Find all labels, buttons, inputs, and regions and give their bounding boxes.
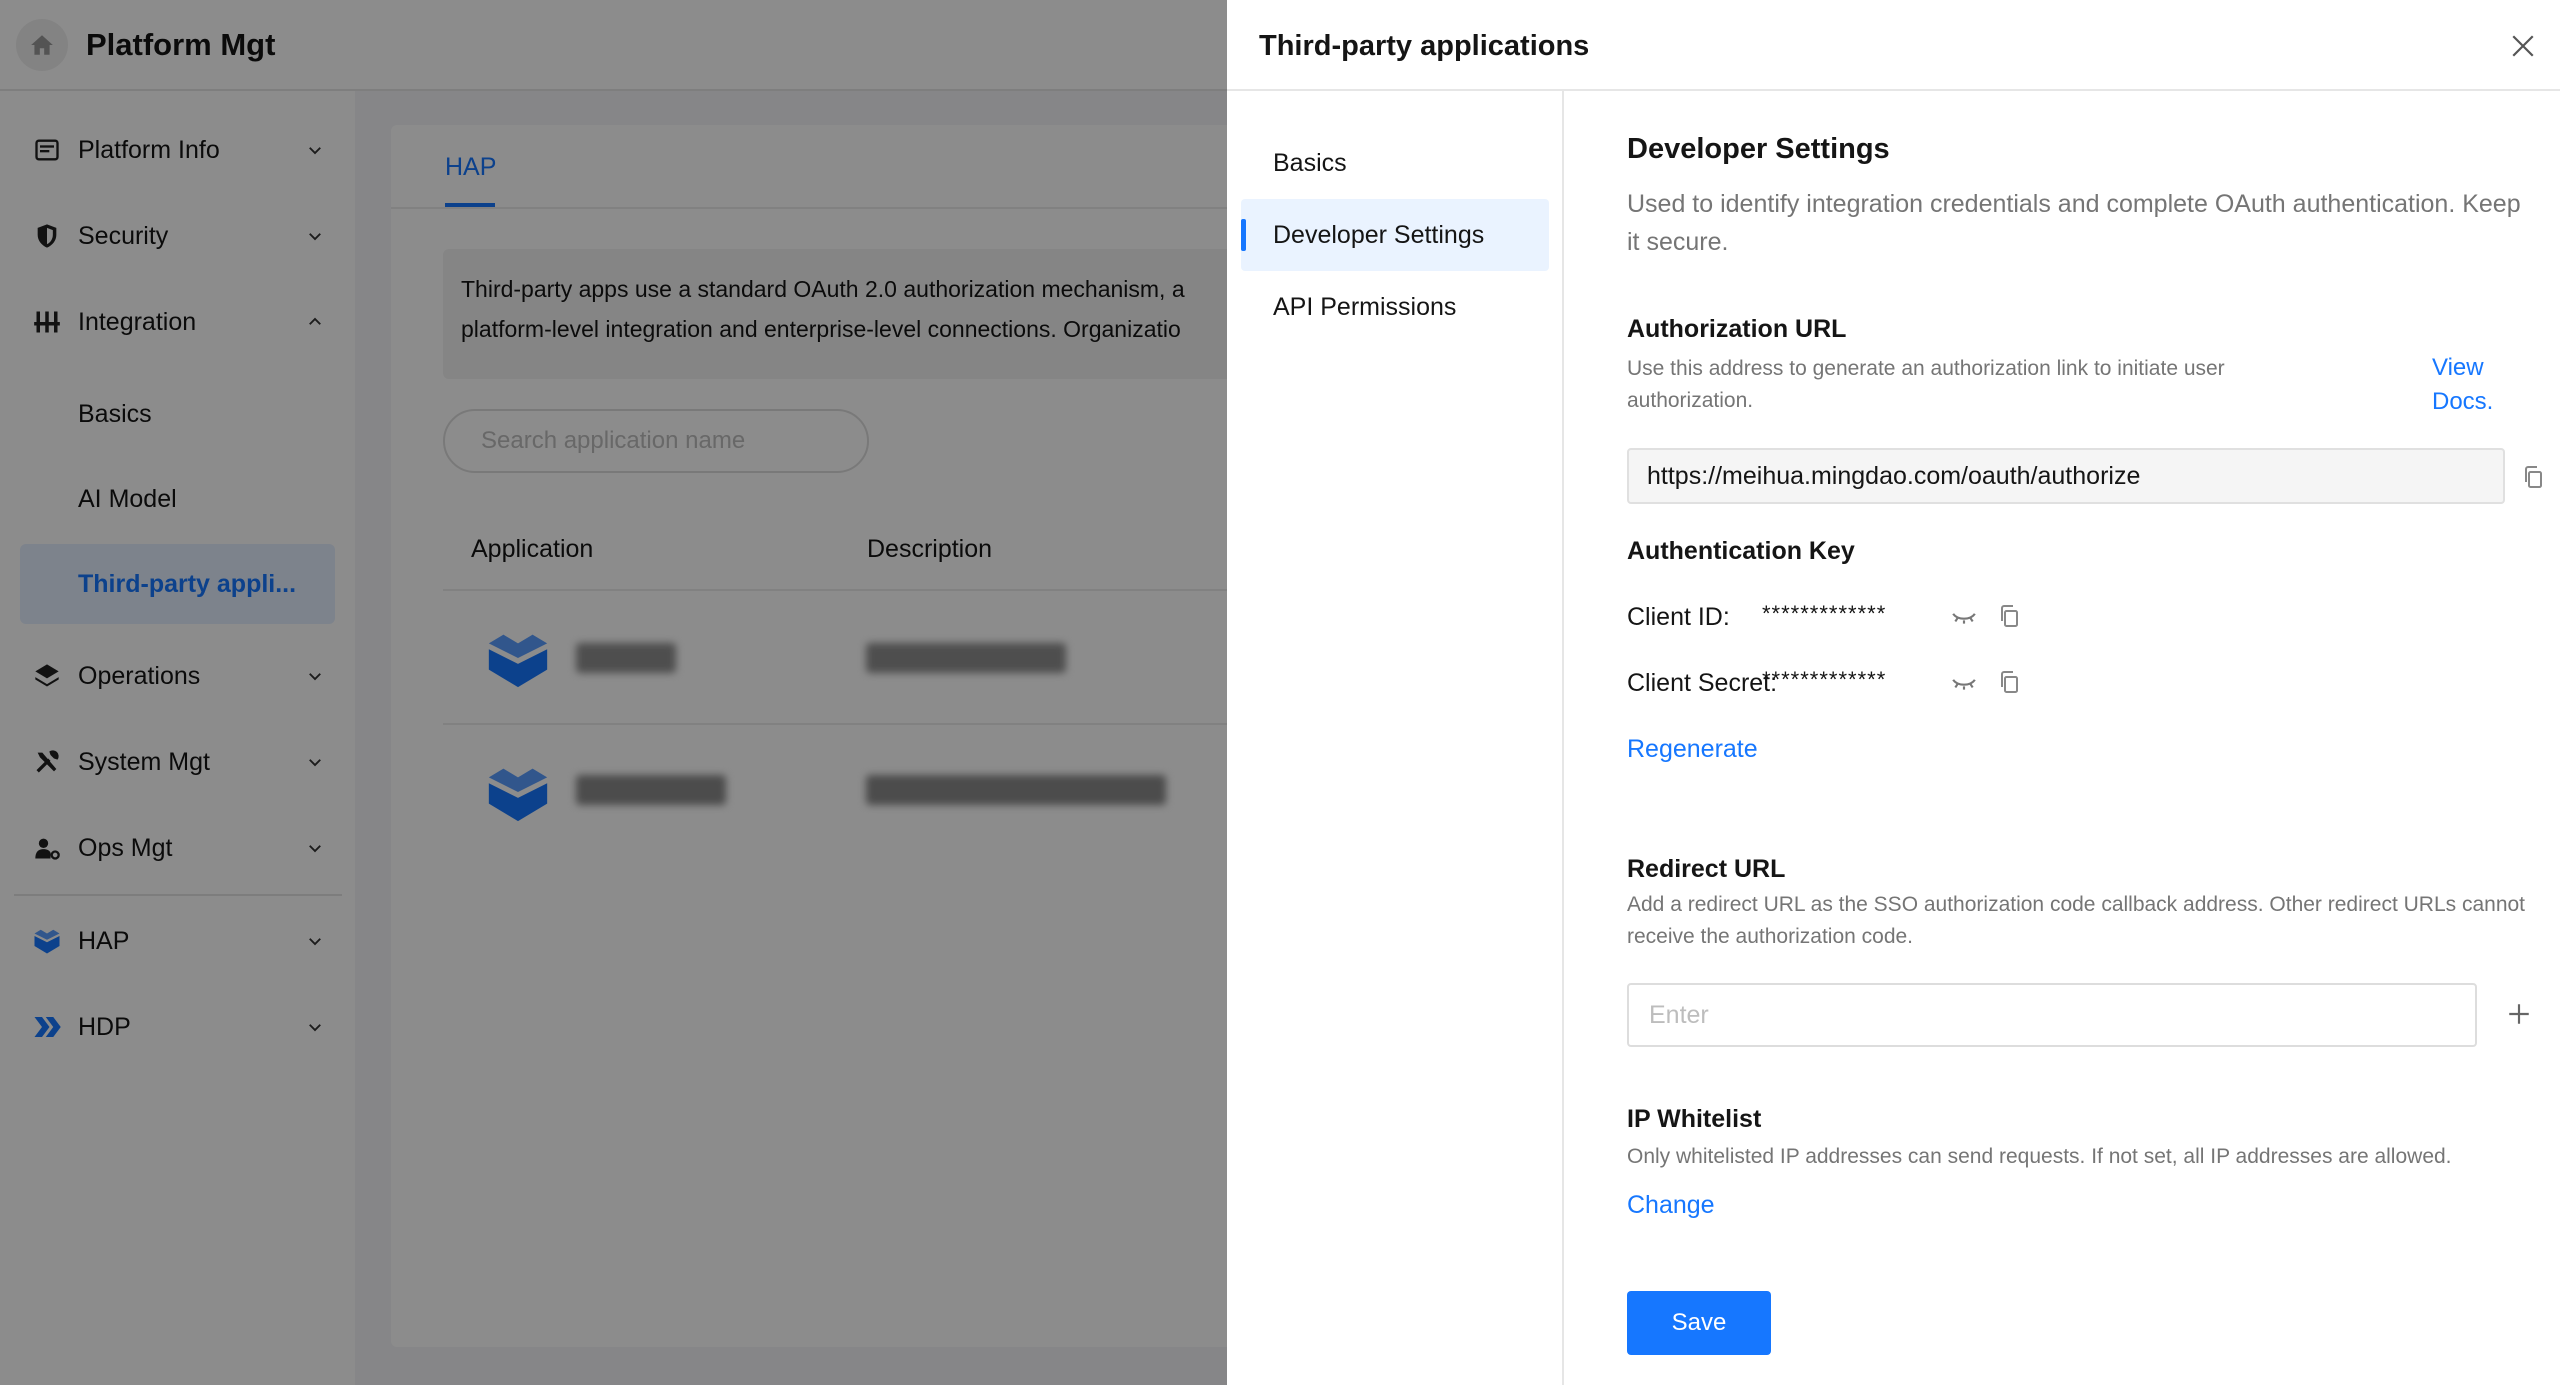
redirect-url-input[interactable]: Enter — [1627, 983, 2477, 1047]
change-whitelist-link[interactable]: Change — [1627, 1191, 1715, 1220]
developer-settings-panel: Developer Settings Used to identify inte… — [1600, 91, 2542, 1385]
third-party-apps-drawer: Third-party applications Basics Develope… — [1227, 0, 2560, 1385]
save-button[interactable]: Save — [1627, 1291, 1771, 1355]
redirect-url-description: Add a redirect URL as the SSO authorizat… — [1627, 893, 2526, 948]
eye-closed-icon — [1952, 679, 1976, 690]
view-docs-link[interactable]: View Docs. — [2432, 351, 2512, 419]
copy-icon — [2001, 605, 2018, 627]
copy-client-id-button[interactable] — [1994, 601, 2024, 631]
plus-icon — [2509, 1004, 2529, 1024]
authorization-url-value: https://meihua.mingdao.com/oauth/authori… — [1647, 461, 2141, 490]
copy-icon — [2525, 466, 2542, 488]
drawer-nav-label: API Permissions — [1273, 292, 1457, 321]
auth-url-title: Authorization URL — [1627, 315, 1847, 343]
toggle-client-id-visibility[interactable] — [1949, 601, 1979, 631]
ip-whitelist-description: Only whitelisted IP addresses can send r… — [1627, 1145, 2452, 1168]
client-secret-label: Client Secret: — [1627, 669, 1778, 697]
drawer-nav-label: Basics — [1273, 148, 1347, 177]
auth-key-title: Authentication Key — [1627, 537, 1855, 565]
eye-closed-icon — [1952, 613, 1976, 624]
toggle-client-secret-visibility[interactable] — [1949, 667, 1979, 697]
add-redirect-url-button[interactable] — [2504, 999, 2534, 1029]
close-icon — [2512, 35, 2534, 57]
close-button[interactable] — [2505, 28, 2541, 64]
auth-url-description: Use this address to generate an authoriz… — [1627, 357, 2225, 412]
authorization-url-field[interactable]: https://meihua.mingdao.com/oauth/authori… — [1627, 448, 2505, 504]
drawer-nav-label: Developer Settings — [1273, 220, 1485, 249]
drawer-nav-developer-settings[interactable]: Developer Settings — [1241, 199, 1549, 271]
drawer-title: Third-party applications — [1259, 30, 1590, 62]
copy-url-button[interactable] — [2518, 462, 2548, 492]
drawer-header: Third-party applications — [1227, 0, 2560, 91]
copy-icon — [2001, 671, 2018, 693]
drawer-nav-api-permissions[interactable]: API Permissions — [1241, 271, 1549, 343]
ip-whitelist-title: IP Whitelist — [1627, 1105, 1762, 1133]
section-description: Used to identify integration credentials… — [1627, 190, 2521, 256]
regenerate-link[interactable]: Regenerate — [1627, 735, 1758, 764]
section-title: Developer Settings — [1627, 133, 1890, 165]
copy-client-secret-button[interactable] — [1994, 667, 2024, 697]
redirect-url-title: Redirect URL — [1627, 855, 1786, 883]
drawer-nav-basics[interactable]: Basics — [1241, 127, 1549, 199]
drawer-nav: Basics Developer Settings API Permission… — [1227, 91, 1564, 1385]
client-id-value: ************* — [1762, 601, 1887, 626]
client-secret-value: ************* — [1762, 667, 1887, 692]
client-id-label: Client ID: — [1627, 603, 1730, 631]
